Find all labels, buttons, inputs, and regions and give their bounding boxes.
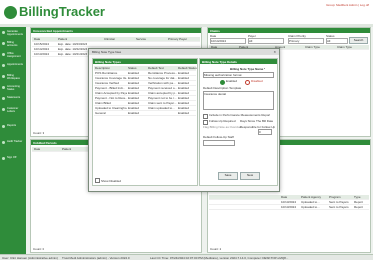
enabled-radio[interactable]: [220, 80, 225, 85]
panel-footer-count: Count: 2: [210, 247, 222, 251]
panel-footer-count: Count: 0: [33, 247, 45, 251]
description-textarea[interactable]: Insurance denial: [203, 91, 274, 110]
show-disabled-label: Show Disabled: [101, 179, 122, 183]
billing-note-type-dialog: Billing Note Type New ✕ Billing Note Typ…: [88, 48, 280, 192]
include-performance-checkbox[interactable]: [203, 114, 208, 119]
description-label: Default Description Template: [203, 86, 242, 90]
user-info-link[interactable]: Group: MedDent Admin | Log off: [326, 3, 369, 7]
close-icon[interactable]: ✕: [273, 50, 276, 54]
mail-icon: [2, 108, 5, 111]
clock-icon: [2, 64, 5, 67]
show-disabled-checkbox[interactable]: [95, 178, 100, 183]
sidebar: Generate Appointments Billing accounts O…: [0, 27, 26, 254]
app-header: BillingTracker Group: MedDent Admin | Lo…: [0, 0, 373, 25]
calendar-icon: [2, 31, 5, 34]
chart-icon: [2, 86, 5, 89]
note-type-details-panel: Billing Note Type Details Billing Note T…: [199, 58, 278, 186]
search-icon: [2, 141, 5, 144]
sidebar-item-generate-appointments[interactable]: Generate Appointments: [2, 30, 24, 37]
sidebar-item-sign-off[interactable]: Sign Off: [2, 156, 24, 163]
note-type-list-panel: Billing Note Types Description Status De…: [92, 58, 198, 186]
follow-up-staff-label: Default Follow-Up Staff: [203, 135, 234, 139]
panel-header: Billing Note Types: [93, 59, 197, 64]
sidebar-item-billing-accounts[interactable]: Billing accounts: [2, 41, 24, 48]
sidebar-item-customer-letters[interactable]: Customer Letters: [2, 107, 24, 114]
sidebar-item-statements[interactable]: Statements: [2, 96, 24, 103]
status-bar: User: Clint Hansen (Administrative admin…: [0, 254, 373, 260]
panel-footer-count: Count: 3: [33, 131, 45, 135]
app-logo-text: BillingTracker: [19, 4, 105, 19]
sidebar-item-audit-tracker[interactable]: Audit Tracker: [2, 140, 24, 147]
report-icon: [2, 125, 5, 128]
save-button[interactable]: Save: [218, 172, 238, 180]
date-filter-input[interactable]: 10/14/2024: [210, 38, 246, 44]
building-icon: [2, 53, 5, 56]
document-icon: [2, 97, 5, 100]
logo-icon: [4, 6, 17, 19]
table-row[interactable]: 10/13/2024 Uploaded to... Sent to Payers…: [209, 205, 369, 210]
status-filter-select[interactable]: All: [326, 38, 348, 44]
power-icon: [2, 157, 5, 160]
note-type-name-input[interactable]: Missing authorization format: [203, 72, 274, 78]
sidebar-item-office-assignment[interactable]: Office Assignment: [2, 52, 24, 59]
payer-filter-select[interactable]: All: [248, 38, 284, 44]
new-button[interactable]: New: [240, 172, 260, 180]
dollar-icon: [2, 42, 5, 45]
disabled-radio[interactable]: [245, 80, 250, 85]
sidebar-item-accounting-status[interactable]: Accounting Status: [2, 85, 24, 92]
folder-icon: [2, 75, 5, 78]
search-button[interactable]: Search: [349, 37, 368, 44]
dialog-title-bar: Billing Note Type New ✕: [89, 49, 279, 55]
claim-priority-select[interactable]: Primary: [288, 38, 324, 44]
sidebar-item-reports[interactable]: Reports: [2, 124, 24, 131]
panel-header: Billing Note Type Details: [200, 59, 277, 64]
days-input[interactable]: 0: [258, 129, 272, 135]
name-label: Billing Note Type Name *: [230, 67, 266, 71]
flag-overdue-label: Flag Billing Note as Overdue: [203, 125, 242, 129]
panel-header: Claims: [208, 28, 370, 33]
sidebar-item-billing-workspace[interactable]: Billing Workspace: [2, 74, 24, 81]
sidebar-item-appointments[interactable]: Appointments: [2, 63, 24, 70]
follow-up-staff-select[interactable]: [203, 140, 235, 146]
panel-header: Unreconciled Appointments: [31, 28, 201, 33]
list-item[interactable]: General Enabled Enabled: [94, 111, 196, 116]
days-label: Days Since The Bill Date: [240, 119, 274, 123]
